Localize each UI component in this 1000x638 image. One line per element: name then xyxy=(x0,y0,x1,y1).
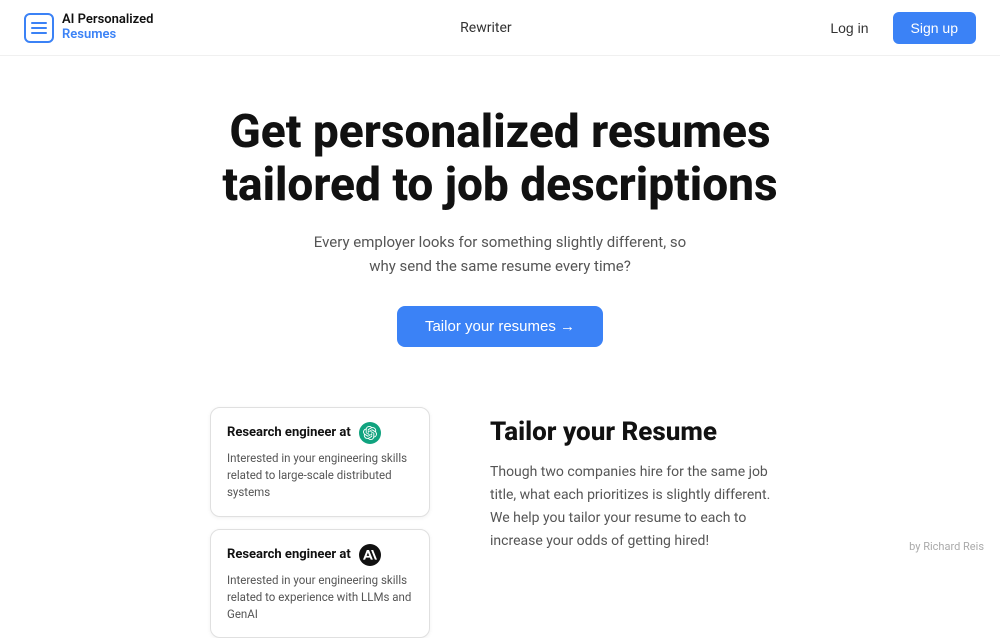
tailor-body: Though two companies hire for the same j… xyxy=(490,461,790,553)
cta-button[interactable]: Tailor your resumes → xyxy=(397,306,603,347)
tailor-text-column: Tailor your Resume Though two companies … xyxy=(490,407,790,638)
login-button[interactable]: Log in xyxy=(818,14,880,42)
header-actions: Log in Sign up xyxy=(818,12,976,44)
nav-rewriter[interactable]: Rewriter xyxy=(460,20,511,36)
logo-text-bottom: Resumes xyxy=(62,28,153,42)
hero-section: Get personalized resumes tailored to job… xyxy=(0,56,1000,377)
job-card-anthropic-body: Interested in your engineering skills re… xyxy=(227,572,413,624)
anthropic-icon xyxy=(359,544,381,566)
logo-text-top: AI Personalized xyxy=(62,13,153,27)
job-card-openai-body: Interested in your engineering skills re… xyxy=(227,450,413,502)
cards-column: Research engineer at Interested in your … xyxy=(210,407,430,638)
job-card-anthropic: Research engineer at Interested in your … xyxy=(210,529,430,638)
logo[interactable]: AI Personalized Resumes xyxy=(24,13,153,43)
job-card-openai-title: Research engineer at xyxy=(227,425,351,440)
logo-icon xyxy=(24,13,54,43)
signup-button[interactable]: Sign up xyxy=(893,12,976,44)
hero-title: Get personalized resumes tailored to job… xyxy=(190,106,810,212)
job-card-openai-header: Research engineer at xyxy=(227,422,413,444)
hero-subtitle: Every employer looks for something sligh… xyxy=(310,230,690,278)
job-card-anthropic-title: Research engineer at xyxy=(227,547,351,562)
main-nav: Rewriter xyxy=(460,20,511,36)
job-card-openai: Research engineer at Interested in your … xyxy=(210,407,430,517)
features-section: Research engineer at Interested in your … xyxy=(0,387,1000,638)
tailor-title: Tailor your Resume xyxy=(490,417,790,447)
footer-credit: by Richard Reis xyxy=(909,540,984,553)
job-card-anthropic-header: Research engineer at xyxy=(227,544,413,566)
openai-icon xyxy=(359,422,381,444)
